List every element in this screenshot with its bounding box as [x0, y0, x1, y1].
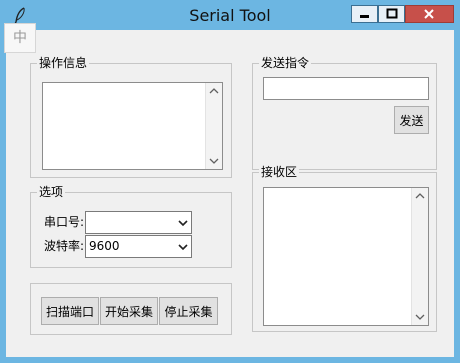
scan-ports-button[interactable]: 扫描端口 [41, 297, 99, 325]
close-icon [424, 9, 434, 19]
app-window: Serial Tool 操作信息 发送指令 发送 选项 串口号: 波特率: 96… [0, 0, 460, 363]
title-bar: Serial Tool [0, 0, 460, 30]
options-group: 选项 串口号: 波特率: 9600 [30, 184, 232, 268]
send-command-group: 发送指令 发送 [252, 55, 437, 170]
port-label: 串口号: [44, 215, 85, 229]
receive-textarea[interactable] [263, 187, 429, 326]
port-select[interactable] [85, 211, 192, 234]
send-command-title: 发送指令 [259, 55, 312, 71]
scroll-up-icon[interactable] [206, 83, 222, 99]
command-input[interactable] [263, 77, 429, 100]
operation-info-group: 操作信息 [30, 55, 232, 178]
minimize-icon [360, 15, 369, 18]
operation-info-scrollbar[interactable] [205, 83, 222, 169]
actions-group: 扫描端口 开始采集 停止采集 [30, 283, 232, 335]
receive-area-title: 接收区 [259, 164, 300, 180]
baud-select[interactable]: 9600 [85, 235, 192, 258]
operation-info-textarea[interactable] [42, 82, 223, 170]
baud-label: 波特率: [44, 239, 85, 253]
ime-indicator[interactable]: 中 [4, 23, 36, 53]
stop-capture-button[interactable]: 停止采集 [159, 297, 218, 325]
baud-value: 9600 [89, 239, 120, 253]
receive-scrollbar[interactable] [411, 188, 428, 325]
chevron-down-icon [178, 220, 188, 227]
scroll-down-icon[interactable] [206, 153, 222, 169]
scroll-up-icon[interactable] [412, 188, 428, 204]
close-button[interactable] [405, 5, 454, 23]
chevron-down-icon [178, 244, 188, 251]
scroll-down-icon[interactable] [412, 309, 428, 325]
receive-area-group: 接收区 [252, 164, 437, 332]
maximize-button[interactable] [378, 5, 405, 23]
minimize-button[interactable] [351, 5, 378, 23]
maximize-icon [386, 8, 398, 19]
options-title: 选项 [37, 184, 66, 200]
start-capture-button[interactable]: 开始采集 [100, 297, 158, 325]
operation-info-title: 操作信息 [37, 55, 90, 71]
send-button[interactable]: 发送 [394, 106, 429, 134]
client-area: 操作信息 发送指令 发送 选项 串口号: 波特率: 9600 接收区 扫描端口 … [6, 30, 454, 357]
